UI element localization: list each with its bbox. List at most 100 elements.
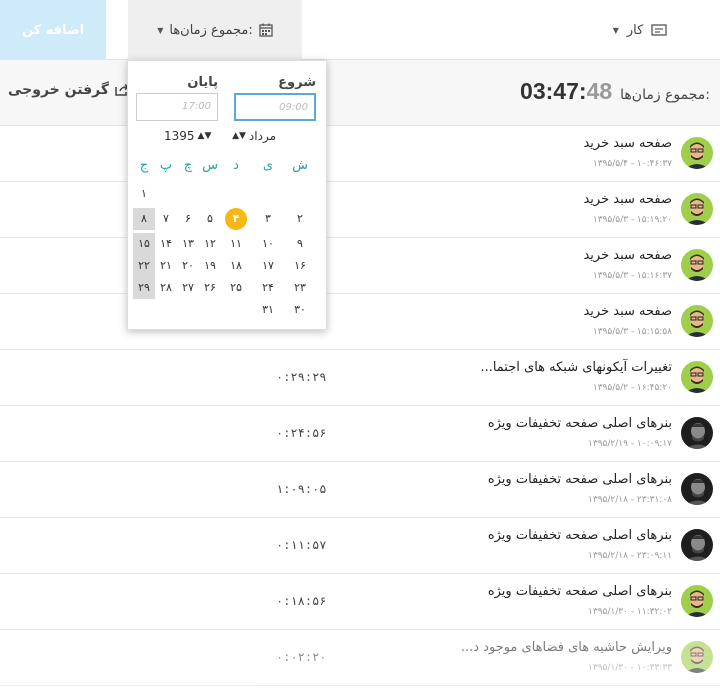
calendar-day[interactable]: ۱۸ [225, 255, 247, 277]
task-list: صفحه سبد خرید ۱۳۹۵/۵/۴ - ۱۰:۴۶:۳۷ صفحه سبد… [0, 126, 720, 686]
caret-down-icon: ▼ [157, 25, 164, 35]
calendar-day[interactable]: ۱۴ [155, 233, 177, 255]
task-date: ۱۳۹۵/۵/۳ - ۱۵:۱۹:۲۰ [592, 215, 672, 225]
task-date: ۱۳۹۵/۵/۲ - ۱۶:۴۵:۲۰ [592, 383, 672, 393]
task-title: صفحه سبد خرید [583, 248, 672, 263]
calendar-day[interactable]: ۲۲ [133, 255, 155, 277]
task-row[interactable]: بنرهای اصلی صفحه تخفیفات ویژه ۱۳۹۵/۱/۳۰ -… [0, 574, 720, 630]
export-button[interactable]: گرفتن خروجی [8, 82, 129, 98]
task-row[interactable]: صفحه سبد خرید ۱۳۹۵/۵/۳ - ۱۵:۱۶:۳۷ [0, 238, 720, 294]
start-time-input[interactable]: 09:00 [234, 93, 316, 121]
task-duration: ۰:۱۸:۵۶ [276, 595, 327, 609]
task-row[interactable]: بنرهای اصلی صفحه تخفیفات ویژه ۱۳۹۵/۲/۱۸ -… [0, 462, 720, 518]
calendar-day[interactable]: ۱۷ [257, 255, 279, 277]
task-title: صفحه سبد خرید [583, 304, 672, 319]
total-time-label: مجموع زمان‌ها: [620, 87, 710, 103]
calendar-day[interactable]: ۲۵ [225, 277, 247, 299]
task-title: صفحه سبد خرید [583, 136, 672, 151]
export-label: گرفتن خروجی [8, 82, 109, 98]
task-title: بنرهای اصلی صفحه تخفیفات ویژه [487, 416, 672, 431]
avatar [681, 417, 713, 449]
weekday-header: ج [139, 158, 149, 173]
task-row[interactable]: تغییرات آیکونهای شبکه های اجتما... ۱۳۹۵/۵… [0, 350, 720, 406]
task-row[interactable]: بنرهای اصلی صفحه تخفیفات ویژه ۱۳۹۵/۲/۱۸ -… [0, 518, 720, 574]
work-dropdown-label: کار [626, 22, 644, 38]
calendar-day[interactable]: ۳ [257, 208, 279, 230]
task-row[interactable]: صفحه سبد خرید ۱۳۹۵/۵/۳ - ۱۵:۱۵:۵۸ [0, 294, 720, 350]
calendar-day-today[interactable]: ۴ [225, 208, 247, 230]
task-row[interactable]: صفحه سبد خرید ۱۳۹۵/۵/۳ - ۱۵:۱۹:۲۰ [0, 182, 720, 238]
task-duration: ۱:۰۹:۰۵ [276, 483, 327, 497]
task-title: بنرهای اصلی صفحه تخفیفات ویژه [487, 584, 672, 599]
task-date: ۱۳۹۵/۲/۱۸ - ۲۳:۳۱:۰۸ [588, 495, 672, 505]
calendar-day[interactable]: ۱۱ [225, 233, 247, 255]
avatar [681, 193, 713, 225]
clock-hours: 03 [520, 78, 546, 104]
year-select[interactable]: 1395 ▲▼ [164, 129, 211, 143]
calendar-day[interactable]: ۱۲ [199, 233, 221, 255]
month-value: مرداد [248, 129, 276, 143]
calendar-day[interactable]: ۱۰ [257, 233, 279, 255]
calendar-day[interactable]: ۵ [199, 208, 221, 230]
calendar-day[interactable]: ۲۴ [257, 277, 279, 299]
year-value: 1395 [164, 129, 195, 143]
date-picker-popup: شروع پایان 09:00 17:00 ▲▼ مرداد 1395 ▲▼ … [127, 60, 327, 330]
avatar [681, 585, 713, 617]
weekday-header: د [233, 158, 239, 173]
card-icon [651, 24, 667, 36]
task-duration: ۰:۱۱:۵۷ [276, 539, 327, 553]
calendar-day[interactable]: ۶ [177, 208, 199, 230]
avatar [681, 305, 713, 337]
task-title: بنرهای اصلی صفحه تخفیفات ویژه [487, 528, 672, 543]
total-time-dropdown[interactable]: ▼ مجموع زمان‌ها: [128, 0, 302, 60]
task-duration: ۰:۲۴:۵۶ [276, 427, 327, 441]
end-time-input[interactable]: 17:00 [136, 93, 218, 121]
task-date: ۱۳۹۵/۱/۳۰ - ۱۰:۳۳:۳۳ [588, 663, 672, 673]
end-label: پایان [187, 75, 218, 90]
calendar-day[interactable]: ۲۶ [199, 277, 221, 299]
calendar-day[interactable]: ۷ [155, 208, 177, 230]
avatar [681, 473, 713, 505]
calendar-day[interactable]: ۲۳ [289, 277, 311, 299]
total-clock: 03:47:48 [520, 78, 613, 104]
calendar-day[interactable]: ۲۸ [155, 277, 177, 299]
task-row[interactable]: بنرهای اصلی صفحه تخفیفات ویژه ۱۳۹۵/۲/۱۹ -… [0, 406, 720, 462]
clock-minutes: 47 [553, 78, 579, 104]
weekday-header: ش [292, 158, 308, 173]
calendar-icon [259, 23, 273, 37]
calendar-day[interactable]: ۱۶ [289, 255, 311, 277]
task-row[interactable]: ویرایش حاشیه های فضاهای موجود د... ۱۳۹۵/۱… [0, 630, 720, 686]
calendar-day[interactable]: ۳۰ [289, 299, 311, 321]
weekday-header: ی [262, 158, 274, 173]
calendar-day[interactable]: ۲۰ [177, 255, 199, 277]
calendar-day[interactable]: ۱۹ [199, 255, 221, 277]
avatar [681, 641, 713, 673]
task-title: تغییرات آیکونهای شبکه های اجتما... [480, 360, 672, 375]
calendar-day[interactable]: ۲ [289, 208, 311, 230]
task-title: صفحه سبد خرید [583, 192, 672, 207]
updown-icon: ▲▼ [197, 131, 212, 141]
calendar-day[interactable]: ۸ [133, 208, 155, 230]
task-row[interactable]: صفحه سبد خرید ۱۳۹۵/۵/۴ - ۱۰:۴۶:۳۷ [0, 126, 720, 182]
calendar-day[interactable]: ۱ [133, 183, 155, 205]
updown-icon: ▲▼ [232, 131, 246, 141]
calendar-day[interactable]: ۱۳ [177, 233, 199, 255]
task-duration: ۰:۰۲:۲۰ [276, 651, 327, 665]
task-date: ۱۳۹۵/۲/۱۸ - ۲۳:۰۹:۱۱ [588, 551, 672, 561]
weekday-header: پ [159, 158, 173, 173]
calendar-day[interactable]: ۲۱ [155, 255, 177, 277]
weekday-header: چ [183, 158, 193, 173]
avatar [681, 249, 713, 281]
task-duration: ۰:۲۹:۲۹ [276, 371, 327, 385]
month-select[interactable]: ▲▼ مرداد [232, 129, 276, 143]
calendar-day[interactable]: ۲۷ [177, 277, 199, 299]
calendar-day[interactable]: ۳۱ [257, 299, 279, 321]
caret-down-icon: ▼ [612, 25, 619, 35]
work-dropdown[interactable]: ▼ کار [600, 0, 680, 60]
total-time-dropdown-label: مجموع زمان‌ها: [169, 22, 253, 38]
calendar-day[interactable]: ۲۹ [133, 277, 155, 299]
add-button[interactable]: اضافه کن [0, 0, 106, 60]
calendar-day[interactable]: ۱۵ [133, 233, 155, 255]
calendar-day[interactable]: ۹ [289, 233, 311, 255]
weekday-header: س [202, 158, 218, 173]
